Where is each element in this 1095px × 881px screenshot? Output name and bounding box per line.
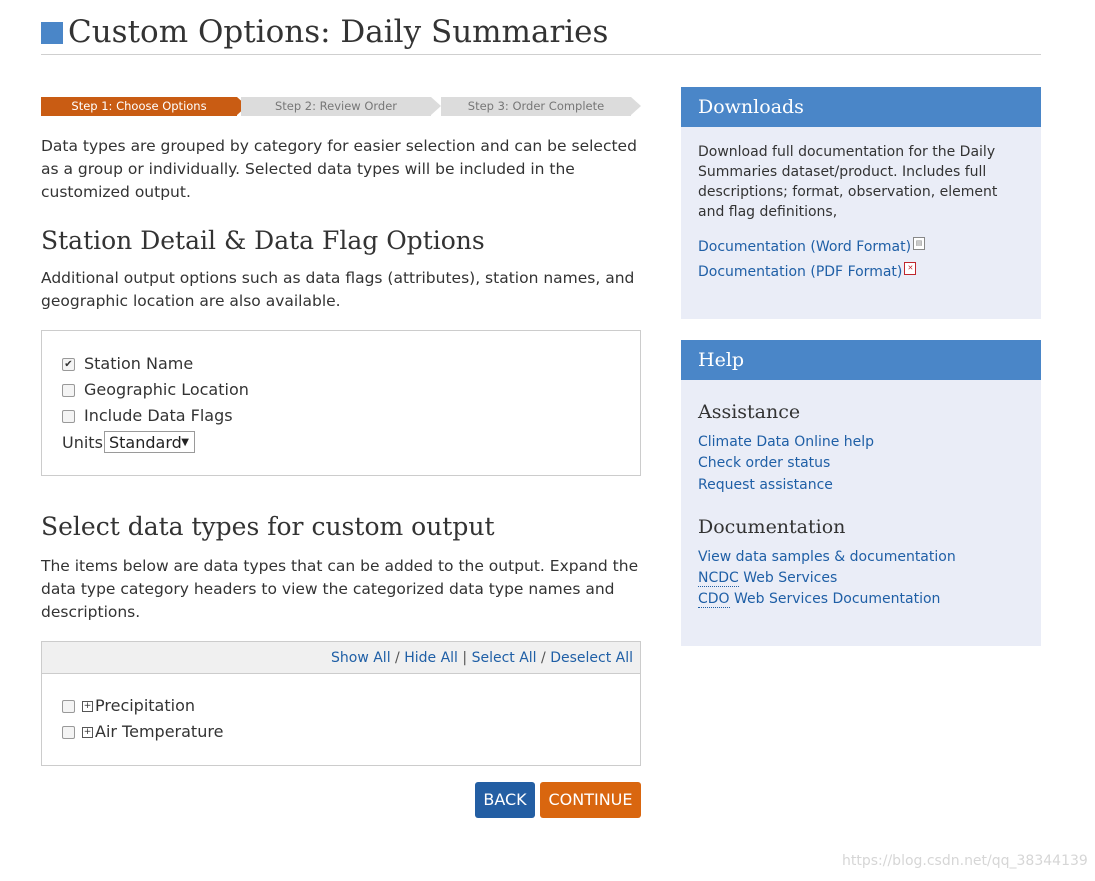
deselect-all-link[interactable]: Deselect All: [550, 650, 633, 666]
pdf-icon: ✕: [904, 262, 917, 275]
data-types-toolbar-links: Show All / Hide All | Select All / Desel…: [331, 649, 633, 667]
units-label: Units: [62, 433, 103, 452]
check-order-status-link[interactable]: Check order status: [698, 455, 830, 471]
intro-text: Data types are grouped by category for e…: [41, 137, 637, 201]
data-types-toolbar: Show All / Hide All | Select All / Desel…: [42, 642, 640, 674]
cdo-abbr: CDO: [698, 591, 730, 608]
option-label: Include Data Flags: [84, 406, 233, 425]
page-header: Custom Options: Daily Summaries: [41, 12, 1041, 55]
cdo-help-link[interactable]: Climate Data Online help: [698, 434, 874, 450]
select-all-link[interactable]: Select All: [472, 650, 537, 666]
ncdc-abbr: NCDC: [698, 570, 739, 587]
continue-button[interactable]: CONTINUE: [540, 782, 641, 818]
station-options-heading: Station Detail & Data Flag Options: [41, 226, 485, 255]
show-all-link[interactable]: Show All: [331, 650, 391, 666]
option-label: Station Name: [84, 354, 194, 373]
help-link-row: Request assistance: [698, 475, 833, 495]
category-label: Air Temperature: [95, 722, 224, 741]
units-row: Units Standard ▼: [62, 431, 195, 455]
separator-slash: /: [541, 650, 551, 666]
step-order-complete: Step 3: Order Complete: [441, 97, 641, 116]
back-button[interactable]: BACK: [475, 782, 535, 818]
request-assistance-link[interactable]: Request assistance: [698, 477, 833, 493]
step-review-order: Step 2: Review Order: [241, 97, 441, 116]
downloads-title: Downloads: [698, 96, 804, 118]
documentation-heading: Documentation: [698, 516, 846, 538]
help-title: Help: [698, 349, 745, 371]
word-document-icon: ▤: [913, 237, 926, 250]
assistance-heading: Assistance: [698, 401, 801, 423]
downloads-header: Downloads: [681, 87, 1041, 127]
cdo-web-services-docs-link[interactable]: CDO Web Services Documentation: [698, 591, 940, 608]
option-label: Geographic Location: [84, 380, 249, 399]
dropdown-arrow-icon: ▼: [181, 437, 189, 448]
station-name-checkbox[interactable]: ✔: [62, 358, 75, 371]
include-data-flags-checkbox[interactable]: [62, 410, 75, 423]
word-doc-row: Documentation (Word Format) ▤: [698, 237, 926, 257]
help-link-row: Check order status: [698, 453, 830, 473]
hide-all-link[interactable]: Hide All: [404, 650, 458, 666]
doc-link-row[interactable]: CDO Web Services Documentation: [698, 589, 940, 609]
ncdc-web-services-link[interactable]: NCDC Web Services: [698, 570, 837, 587]
geographic-location-checkbox[interactable]: [62, 384, 75, 397]
data-types-heading: Select data types for custom output: [41, 512, 495, 541]
link-text: Web Services: [738, 570, 838, 586]
separator-slash: /: [395, 650, 405, 666]
word-documentation-link[interactable]: Documentation (Word Format): [698, 239, 911, 255]
doc-link-row: View data samples & documentation: [698, 547, 956, 567]
station-options-description: Additional output options such as data f…: [41, 269, 635, 310]
units-select[interactable]: Standard ▼: [104, 431, 195, 453]
separator-pipe: |: [462, 650, 472, 666]
order-steps: Step 1: Choose Options Step 2: Review Or…: [41, 97, 641, 116]
precipitation-checkbox[interactable]: [62, 700, 75, 713]
page-title: Custom Options: Daily Summaries: [68, 14, 609, 50]
pdf-documentation-link[interactable]: Documentation (PDF Format): [698, 264, 902, 280]
data-types-box: Show All / Hide All | Select All / Desel…: [41, 641, 641, 766]
doc-link-row[interactable]: NCDC Web Services: [698, 568, 837, 588]
downloads-text: Download full documentation for the Dail…: [698, 144, 998, 220]
watermark-text: https://blog.csdn.net/qq_38344139: [842, 853, 1088, 869]
units-value: Standard: [109, 433, 182, 452]
category-label: Precipitation: [95, 696, 196, 715]
data-types-description: The items below are data types that can …: [41, 557, 639, 621]
data-samples-link[interactable]: View data samples & documentation: [698, 549, 956, 565]
title-square-icon: [41, 22, 63, 44]
help-link-row: Climate Data Online help: [698, 432, 874, 452]
pdf-doc-row: Documentation (PDF Format) ✕: [698, 262, 917, 282]
expand-icon[interactable]: +: [82, 727, 93, 738]
help-header: Help: [681, 340, 1041, 380]
air-temperature-checkbox[interactable]: [62, 726, 75, 739]
step-choose-options: Step 1: Choose Options: [41, 97, 247, 116]
station-options-box: ✔ Station Name Geographic Location Inclu…: [41, 330, 641, 476]
help-panel: Help Assistance Climate Data Online help…: [681, 340, 1041, 646]
link-text: Web Services Documentation: [729, 591, 941, 607]
downloads-panel: Downloads Download full documentation fo…: [681, 87, 1041, 319]
expand-icon[interactable]: +: [82, 701, 93, 712]
